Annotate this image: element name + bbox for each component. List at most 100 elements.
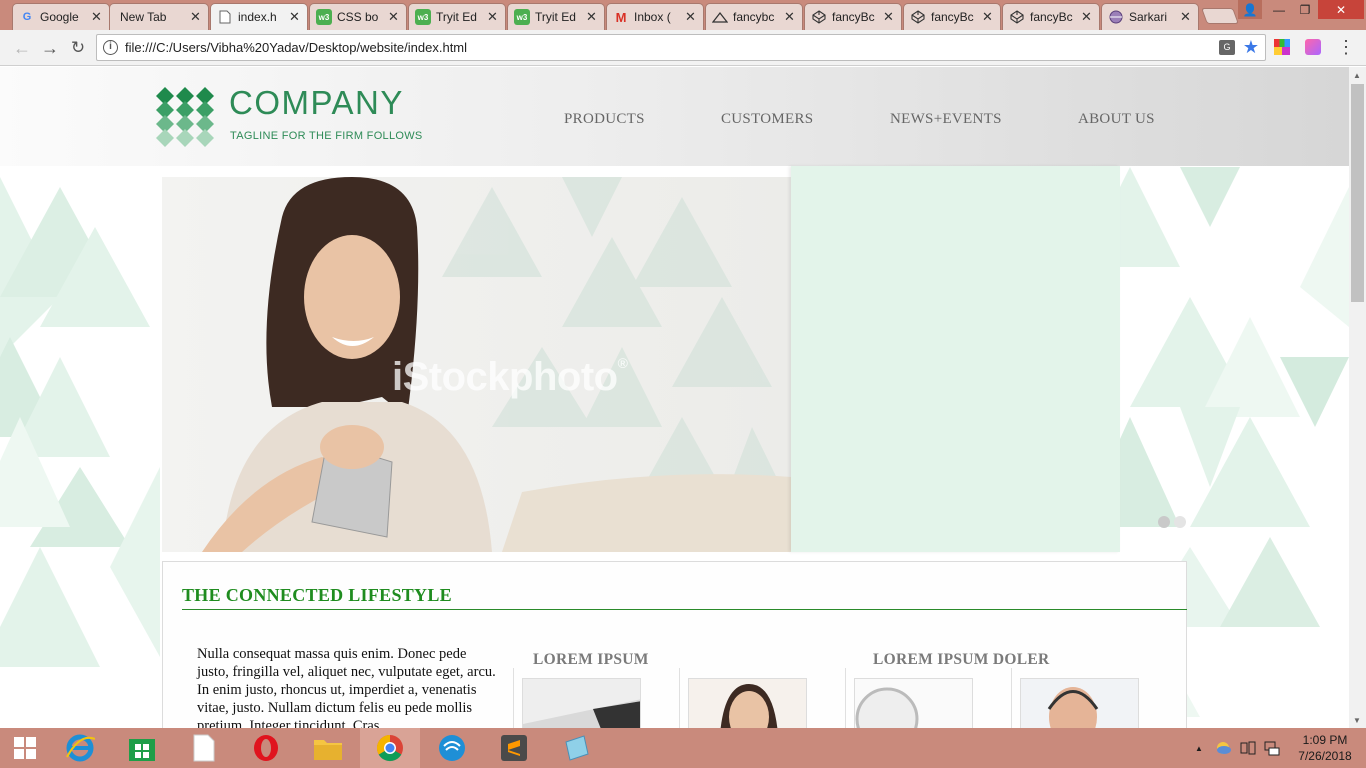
browser-toolbar: ← → ↻ i file:///C:/Users/Vibha%20Yadav/D… [0,30,1366,66]
tab-google[interactable]: G Google ✕ [12,3,110,30]
close-icon[interactable]: ✕ [289,9,301,25]
scrollbar-thumb[interactable] [1351,84,1364,302]
support-agent-image [1021,679,1138,728]
tab-fancybox-3[interactable]: fancyBc ✕ [903,3,1001,30]
magnifier-image [855,679,972,728]
tab-index-html[interactable]: index.h ✕ [210,3,308,30]
tab-sarkari[interactable]: Sarkari ✕ [1101,3,1199,30]
notepad-icon[interactable] [546,728,606,768]
thumbnail-magnifier[interactable] [854,678,973,728]
section-divider [182,609,1187,610]
store-icon[interactable] [112,728,172,768]
close-icon[interactable]: ✕ [685,9,697,25]
color-extension-icon[interactable] [1274,39,1290,55]
woman-portrait-image [689,679,806,728]
start-button[interactable] [0,728,50,768]
column-divider [513,668,514,728]
tab-strip: G Google ✕ New Tab ✕ index.h ✕ w3 CSS bo… [0,0,1366,30]
clock-date: 7/26/2018 [1298,749,1352,763]
tab-gmail-inbox[interactable]: M Inbox ( ✕ [606,3,704,30]
windows-taskbar: ▲ 1:09 PM 7/26/2018 [0,728,1366,768]
stock-watermark: iStockphoto® [392,355,628,400]
opera-icon[interactable] [236,728,296,768]
tab-fancybox-1[interactable]: fancybc ✕ [705,3,803,30]
nav-news-events[interactable]: NEWS+EVENTS [890,111,1002,128]
google-icon: G [22,11,32,23]
close-icon[interactable]: ✕ [91,9,103,25]
close-icon[interactable]: ✕ [190,9,202,25]
codepen-icon [811,9,827,25]
slider-dot-1[interactable] [1158,516,1170,528]
forward-button[interactable]: → [38,37,62,59]
file-icon[interactable] [174,728,234,768]
tab-tryit-1[interactable]: w3 Tryit Ed ✕ [408,3,506,30]
thumbnail-woman[interactable] [688,678,807,728]
tab-label: New Tab [120,10,167,24]
system-clock[interactable]: 1:09 PM 7/26/2018 [1290,732,1360,764]
close-icon[interactable]: ✕ [883,9,895,25]
scroll-down-arrow-icon[interactable]: ▼ [1353,716,1361,725]
slider-dot-2[interactable] [1174,516,1186,528]
nav-about-us[interactable]: ABOUT US [1078,111,1155,128]
bookmark-star-icon[interactable]: ★ [1243,37,1259,58]
codepen-icon [910,9,926,25]
reload-button[interactable]: ↻ [66,37,90,59]
tab-label: Inbox ( [634,10,671,24]
chrome-icon[interactable] [360,728,420,768]
vertical-scrollbar[interactable]: ▲ ▼ [1349,67,1366,728]
close-icon[interactable]: ✕ [1180,9,1192,25]
tab-new-tab[interactable]: New Tab ✕ [109,3,209,30]
company-tagline: TAGLINE FOR THE FIRM FOLLOWS [230,130,423,142]
triangle-icon [712,9,728,25]
sublime-text-icon[interactable] [484,728,544,768]
restore-button[interactable]: ❐ [1292,0,1318,19]
close-icon[interactable]: ✕ [784,9,796,25]
address-bar[interactable]: i file:///C:/Users/Vibha%20Yadav/Desktop… [96,34,1266,61]
window-close-button[interactable]: ✕ [1318,0,1364,19]
hero-side-panel [791,166,1120,552]
close-icon[interactable]: ✕ [982,9,994,25]
registered-mark: ® [617,355,628,371]
w3-icon: w3 [514,9,530,25]
network-app-icon[interactable] [422,728,482,768]
weather-icon[interactable] [1215,728,1231,768]
address-url[interactable]: file:///C:/Users/Vibha%20Yadav/Desktop/w… [125,40,467,55]
network-icon[interactable] [1264,728,1280,768]
internet-explorer-icon[interactable] [50,728,110,768]
info-icon[interactable]: i [103,40,118,55]
close-icon[interactable]: ✕ [586,9,598,25]
close-icon[interactable]: ✕ [487,9,499,25]
page-icon [217,9,233,25]
scroll-up-arrow-icon[interactable]: ▲ [1353,71,1361,80]
gradient-extension-icon[interactable] [1305,39,1321,55]
tab-label: Tryit Ed [535,10,576,24]
devices-icon[interactable] [1240,728,1256,768]
page-viewport: COMPANY TAGLINE FOR THE FIRM FOLLOWS PRO… [0,67,1349,728]
back-button[interactable]: ← [10,37,34,59]
new-tab-button[interactable] [1201,8,1239,24]
minimize-button[interactable]: — [1266,0,1292,19]
close-icon[interactable]: ✕ [388,9,400,25]
user-profile-icon[interactable]: 👤 [1238,0,1262,19]
nav-customers[interactable]: CUSTOMERS [721,111,813,128]
tab-label: Google [40,10,79,24]
browser-menu-icon[interactable]: ⋮ [1337,36,1355,58]
globe-icon [1108,9,1124,25]
tray-expand-icon[interactable]: ▲ [1195,728,1203,768]
windows-logo-icon [14,737,36,759]
tab-label: fancyBc [832,10,875,24]
close-icon[interactable]: ✕ [1081,9,1093,25]
tab-label: fancyBc [1030,10,1073,24]
tab-label: CSS bo [337,10,379,24]
tab-label: index.h [238,10,277,24]
thumbnail-laptop[interactable] [522,678,641,728]
translate-icon[interactable]: G [1219,40,1235,55]
tab-tryit-2[interactable]: w3 Tryit Ed ✕ [507,3,605,30]
tab-fancybox-2[interactable]: fancyBc ✕ [804,3,902,30]
company-logo-name[interactable]: COMPANY [229,84,404,122]
tab-fancybox-4[interactable]: fancyBc ✕ [1002,3,1100,30]
file-explorer-icon[interactable] [298,728,358,768]
nav-products[interactable]: PRODUCTS [564,111,645,128]
tab-css-border[interactable]: w3 CSS bo ✕ [309,3,407,30]
thumbnail-support-agent[interactable] [1020,678,1139,728]
